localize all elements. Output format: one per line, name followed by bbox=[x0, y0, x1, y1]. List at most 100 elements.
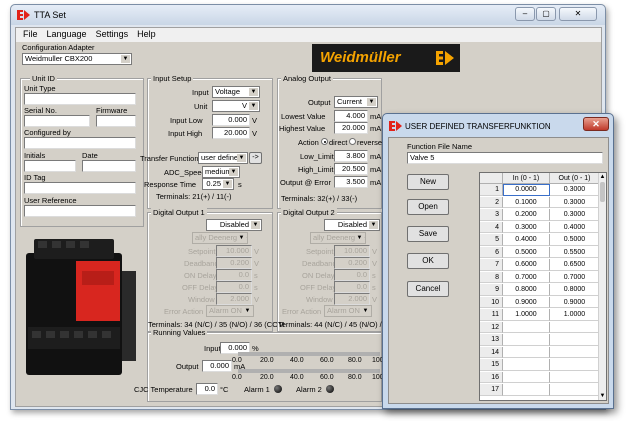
cell-out[interactable] bbox=[550, 371, 600, 383]
serial-field[interactable] bbox=[24, 115, 90, 127]
do2-deadband-field[interactable]: 0.200 bbox=[334, 257, 370, 269]
cell-out[interactable]: 0.3000 bbox=[550, 196, 600, 208]
close-button[interactable]: ✕ bbox=[559, 7, 597, 21]
cell-out[interactable]: 0.3000 bbox=[550, 209, 600, 221]
cell-out[interactable]: 0.3000 bbox=[550, 184, 600, 196]
table-scrollbar[interactable]: ▲ ▼ bbox=[598, 173, 606, 400]
cell-in[interactable] bbox=[503, 359, 550, 371]
adc-speed-select[interactable]: medium ▼ bbox=[202, 166, 240, 178]
function-file-name-label: Function File Name bbox=[407, 142, 473, 151]
cell-in[interactable] bbox=[503, 371, 550, 383]
function-file-name-field[interactable]: Valve 5 bbox=[407, 152, 603, 164]
cell-in[interactable]: 1.0000 bbox=[503, 309, 550, 321]
cell-in[interactable]: 0.9000 bbox=[503, 296, 550, 308]
do1-error-action-select[interactable]: Alarm ON ▼ bbox=[206, 305, 254, 317]
low-limit-field[interactable]: 3.800 bbox=[334, 150, 368, 162]
lowest-value-field[interactable]: 4.000 bbox=[334, 110, 368, 122]
cell-in[interactable]: 0.5000 bbox=[503, 246, 550, 258]
scroll-up-icon[interactable]: ▲ bbox=[599, 173, 606, 181]
response-time-select[interactable]: 0.25 ▼ bbox=[202, 178, 234, 190]
transfer-function-label: Transfer Function bbox=[140, 154, 199, 163]
cell-out[interactable]: 0.5000 bbox=[550, 234, 600, 246]
do2-mode-select[interactable]: Disabled ▼ bbox=[324, 219, 380, 231]
cell-in[interactable] bbox=[503, 321, 550, 333]
cell-out[interactable]: 0.7000 bbox=[550, 271, 600, 283]
maximize-button[interactable]: ▢ bbox=[536, 7, 556, 21]
config-adapter-select[interactable]: Weidmuller CBX200 ▼ bbox=[22, 53, 132, 65]
cell-out[interactable]: 0.6500 bbox=[550, 259, 600, 271]
configured-by-field[interactable] bbox=[24, 137, 136, 149]
input-low-field[interactable]: 0.000 bbox=[212, 114, 250, 126]
input-high-field[interactable]: 20.000 bbox=[212, 127, 250, 139]
cell-in[interactable]: 0.1000 bbox=[503, 196, 550, 208]
cell-out[interactable] bbox=[550, 321, 600, 333]
transfer-function-select[interactable]: user defined ▼ bbox=[198, 152, 248, 164]
cell-out[interactable]: 0.5500 bbox=[550, 246, 600, 258]
cell-in[interactable]: 0.3000 bbox=[503, 221, 550, 233]
do1-deadband-field[interactable]: 0.200 bbox=[216, 257, 252, 269]
cell-out[interactable] bbox=[550, 334, 600, 346]
cell-out[interactable]: 1.0000 bbox=[550, 309, 600, 321]
do1-state-select[interactable]: ally Deenergized ▼ bbox=[192, 232, 248, 244]
direct-radio[interactable] bbox=[321, 138, 328, 145]
ok-button[interactable]: OK bbox=[407, 253, 449, 269]
do1-window-field[interactable]: 2.000 bbox=[216, 293, 252, 305]
open-button[interactable]: Open bbox=[407, 199, 449, 215]
cell-in[interactable]: 0.4000 bbox=[503, 234, 550, 246]
do2-window-field[interactable]: 2.000 bbox=[334, 293, 370, 305]
cell-in[interactable] bbox=[503, 384, 550, 396]
id-tag-field[interactable] bbox=[24, 182, 136, 194]
cell-out[interactable] bbox=[550, 346, 600, 358]
scroll-thumb[interactable] bbox=[600, 182, 605, 202]
date-field[interactable] bbox=[82, 160, 136, 172]
user-reference-field[interactable] bbox=[24, 205, 136, 217]
input-unit-select[interactable]: V ▼ bbox=[212, 100, 260, 112]
cell-in[interactable]: 0.7000 bbox=[503, 271, 550, 283]
unit-type-field[interactable] bbox=[24, 93, 136, 105]
save-button[interactable]: Save bbox=[407, 226, 449, 242]
cell-in[interactable] bbox=[503, 334, 550, 346]
cell-in[interactable]: 0.0000 bbox=[503, 184, 550, 196]
scroll-down-icon[interactable]: ▼ bbox=[599, 392, 606, 400]
cell-in[interactable]: 0.2000 bbox=[503, 209, 550, 221]
reverse-radio[interactable] bbox=[349, 138, 356, 145]
high-limit-field[interactable]: 20.500 bbox=[334, 163, 368, 175]
do2-off-delay-field[interactable]: 0.0 bbox=[334, 281, 370, 293]
column-header-in: In (0 - 1) bbox=[503, 173, 550, 184]
cell-in[interactable] bbox=[503, 346, 550, 358]
edit-transfer-button[interactable]: -> bbox=[249, 152, 262, 164]
menu-help[interactable]: Help bbox=[134, 28, 162, 39]
firmware-field[interactable] bbox=[96, 115, 136, 127]
do2-on-delay-field[interactable]: 0.0 bbox=[334, 269, 370, 281]
cell-in[interactable]: 0.8000 bbox=[503, 284, 550, 296]
minimize-button[interactable]: – bbox=[515, 7, 535, 21]
do1-off-delay-field[interactable]: 0.0 bbox=[216, 281, 252, 293]
do2-state-select[interactable]: ally Deenergized ▼ bbox=[310, 232, 366, 244]
input-type-select[interactable]: Voltage ▼ bbox=[212, 86, 260, 98]
cell-in[interactable]: 0.6000 bbox=[503, 259, 550, 271]
cell-out[interactable] bbox=[550, 384, 600, 396]
do1-on-delay-field[interactable]: 0.0 bbox=[216, 269, 252, 281]
cell-out[interactable]: 0.8000 bbox=[550, 284, 600, 296]
cell-out[interactable]: 0.4000 bbox=[550, 221, 600, 233]
do2-error-action-select[interactable]: Alarm ON ▼ bbox=[324, 305, 372, 317]
output-type-select[interactable]: Current ▼ bbox=[334, 96, 378, 108]
do1-mode-select[interactable]: Disabled ▼ bbox=[206, 219, 262, 231]
cell-out[interactable]: 0.9000 bbox=[550, 296, 600, 308]
new-button[interactable]: New bbox=[407, 174, 449, 190]
do2-setpoint-field[interactable]: 10.000 bbox=[334, 245, 370, 257]
initials-field[interactable] bbox=[24, 160, 76, 172]
cancel-button[interactable]: Cancel bbox=[407, 281, 449, 297]
cell-out[interactable] bbox=[550, 359, 600, 371]
highest-value-field[interactable]: 20.000 bbox=[334, 122, 368, 134]
output-error-field[interactable]: 3.500 bbox=[334, 176, 368, 188]
menu-language[interactable]: Language bbox=[44, 28, 93, 39]
menu-file[interactable]: File bbox=[20, 28, 44, 39]
do1-setpoint-field[interactable]: 10.000 bbox=[216, 245, 252, 257]
menu-settings[interactable]: Settings bbox=[93, 28, 135, 39]
dialog-close-button[interactable]: ✕ bbox=[583, 117, 609, 131]
alarm-2-label: Alarm 2 bbox=[296, 385, 322, 394]
logo-text: Weidmüller bbox=[320, 49, 401, 66]
input-type-label: Input bbox=[192, 88, 209, 97]
digital-output-1-title: Digital Output 1 bbox=[151, 208, 207, 217]
